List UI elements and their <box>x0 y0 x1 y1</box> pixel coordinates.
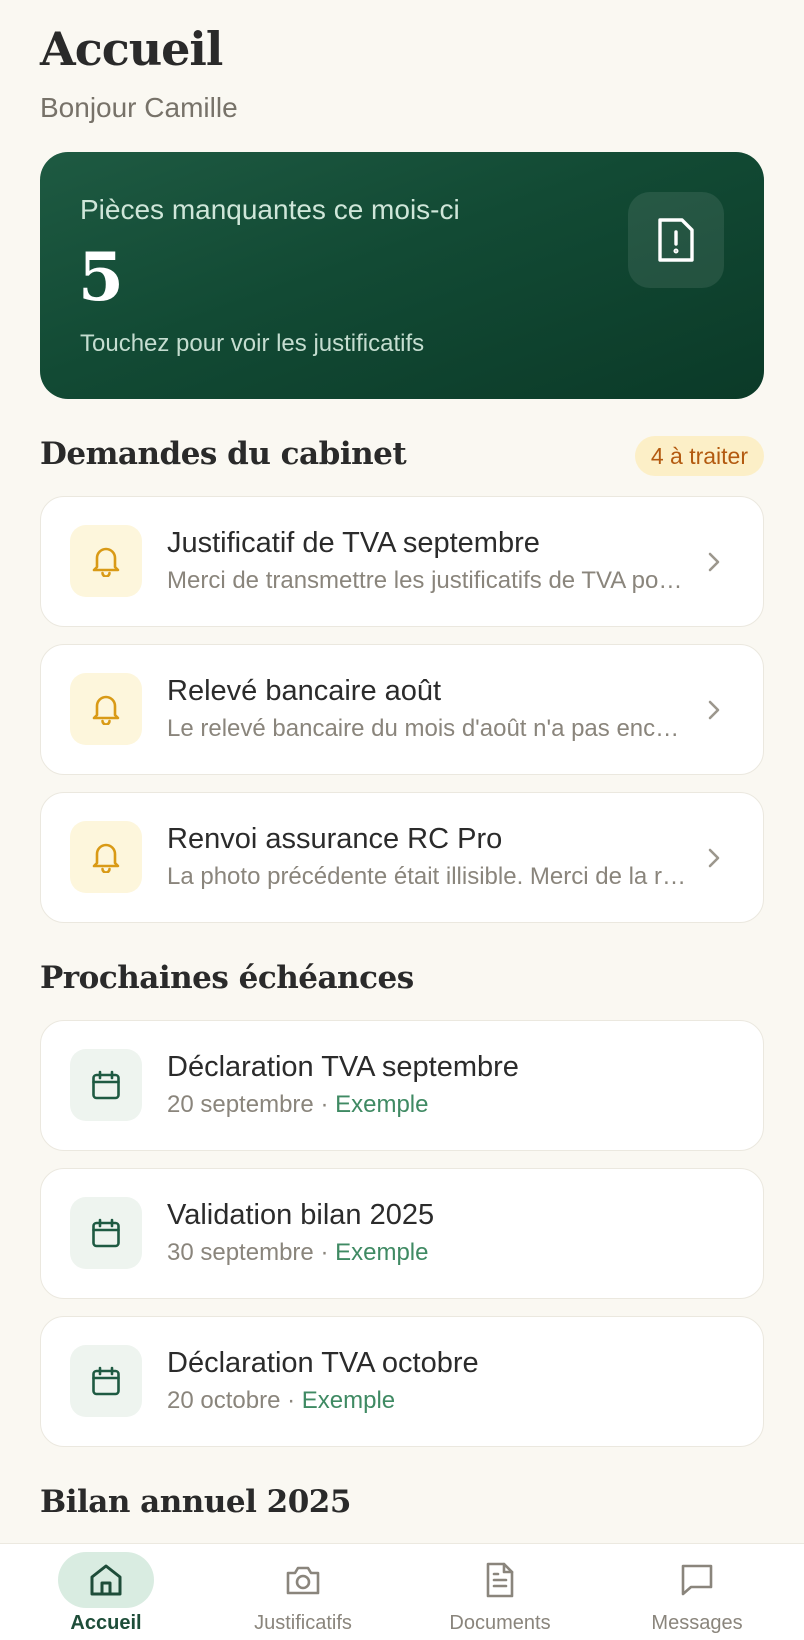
request-title: Relevé bancaire août <box>167 675 442 707</box>
chevron-right-icon <box>708 700 720 720</box>
file-alert-icon <box>628 192 724 288</box>
meta-separator: · <box>320 1239 329 1266</box>
bell-icon <box>70 673 142 745</box>
request-subtitle: La photo précédente était illisible. Mer… <box>167 863 687 890</box>
calendar-icon <box>70 1197 142 1269</box>
deadline-meta: 20 octobre · Exemple <box>167 1387 687 1415</box>
missing-documents-hint: Touchez pour voir les justificatifs <box>80 330 425 357</box>
calendar-icon <box>70 1345 142 1417</box>
home-screen: Accueil Bonjour Camille Pièces manquante… <box>0 0 804 1640</box>
message-icon <box>649 1552 745 1608</box>
nav-item-justificatifs[interactable]: Justificatifs <box>213 1552 393 1638</box>
document-icon <box>452 1552 548 1608</box>
request-item[interactable]: Relevé bancaire août Le relevé bancaire … <box>40 644 764 775</box>
bell-icon <box>70 525 142 597</box>
request-title: Justificatif de TVA septembre <box>167 527 540 559</box>
deadline-date: 20 octobre <box>167 1387 281 1414</box>
greeting: Bonjour Camille <box>40 92 238 123</box>
nav-label: Messages <box>651 1612 743 1634</box>
chevron-right-icon <box>708 848 720 868</box>
nav-label: Documents <box>449 1612 551 1634</box>
page-title: Accueil <box>40 22 223 76</box>
bottom-nav: Accueil Justificatifs Documents Messages <box>0 1543 804 1640</box>
camera-icon <box>255 1552 351 1608</box>
deadline-meta: 30 septembre · Exemple <box>167 1239 687 1267</box>
requests-count-badge: 4 à traiter <box>634 436 764 476</box>
deadline-title: Déclaration TVA octobre <box>167 1347 479 1379</box>
deadline-tag: Exemple <box>335 1239 429 1266</box>
calendar-icon <box>70 1049 142 1121</box>
deadline-date: 20 septembre <box>167 1091 314 1118</box>
deadline-item[interactable]: Validation bilan 2025 30 septembre · Exe… <box>40 1168 764 1299</box>
meta-separator: · <box>287 1387 296 1414</box>
deadline-date: 30 septembre <box>167 1239 314 1266</box>
missing-documents-card[interactable]: Pièces manquantes ce mois-ci 5 Touchez p… <box>40 152 764 399</box>
deadlines-section-title: Prochaines échéances <box>40 960 414 996</box>
bell-icon <box>70 821 142 893</box>
annual-section-title: Bilan annuel 2025 <box>40 1484 351 1520</box>
chevron-right-icon <box>708 552 720 572</box>
missing-documents-label: Pièces manquantes ce mois-ci <box>80 194 460 225</box>
requests-section-title: Demandes du cabinet <box>40 436 407 472</box>
request-subtitle: Merci de transmettre les justificatifs d… <box>167 567 687 594</box>
deadline-title: Validation bilan 2025 <box>167 1199 435 1231</box>
missing-documents-count: 5 <box>78 238 124 316</box>
home-icon <box>58 1552 154 1608</box>
nav-item-documents[interactable]: Documents <box>410 1552 590 1638</box>
request-subtitle: Le relevé bancaire du mois d'août n'a pa… <box>167 715 687 742</box>
deadline-tag: Exemple <box>301 1387 396 1414</box>
deadline-item[interactable]: Déclaration TVA septembre 20 septembre ·… <box>40 1020 764 1151</box>
request-item[interactable]: Renvoi assurance RC Pro La photo précéde… <box>40 792 764 923</box>
deadline-item[interactable]: Déclaration TVA octobre 20 octobre · Exe… <box>40 1316 764 1447</box>
deadline-tag: Exemple <box>335 1091 429 1118</box>
deadline-meta: 20 septembre · Exemple <box>167 1091 687 1119</box>
nav-label: Justificatifs <box>254 1612 352 1634</box>
meta-separator: · <box>320 1091 329 1118</box>
request-title: Renvoi assurance RC Pro <box>167 823 503 855</box>
deadline-title: Déclaration TVA septembre <box>167 1051 519 1083</box>
nav-item-messages[interactable]: Messages <box>607 1552 787 1638</box>
nav-label: Accueil <box>70 1612 142 1634</box>
request-item[interactable]: Justificatif de TVA septembre Merci de t… <box>40 496 764 627</box>
nav-item-accueil[interactable]: Accueil <box>16 1552 196 1638</box>
